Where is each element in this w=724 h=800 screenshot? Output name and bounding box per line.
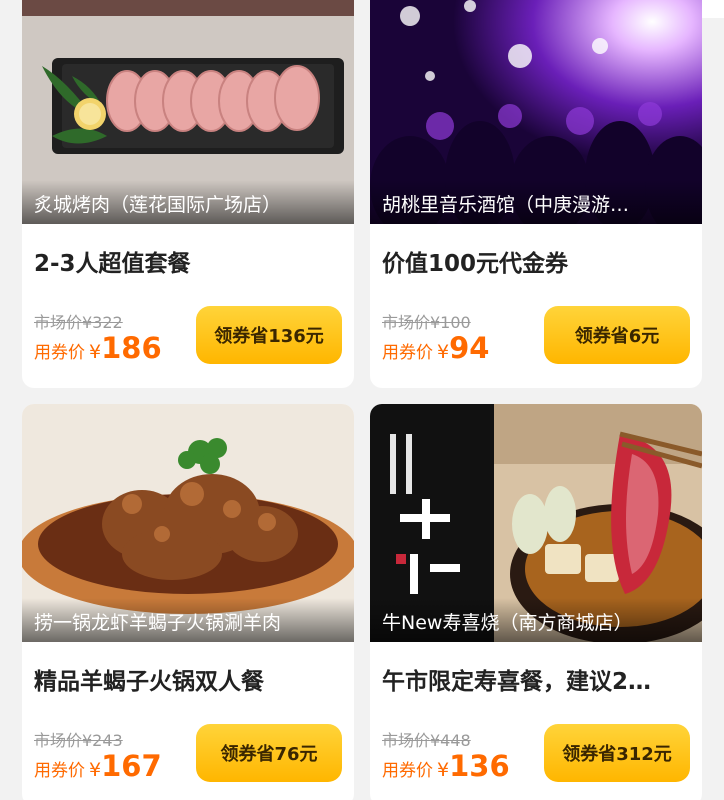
deal-card[interactable]: 牛New寿喜烧（南方商城店） 午市限定寿喜餐，建议2… 市场价¥448 用券价 ¥… [370, 404, 702, 800]
coupon-price-label: 用券价 [34, 761, 85, 781]
claim-coupon-button[interactable]: 领券省76元 [196, 724, 342, 782]
deal-title[interactable]: 2-3人超值套餐 [34, 244, 344, 278]
deal-card[interactable]: 炙城烤肉（莲花国际广场店） 2-3人超值套餐 市场价¥322 用券价 ¥186 领… [22, 0, 354, 388]
currency-symbol: ¥ [89, 341, 102, 363]
currency-symbol: ¥ [437, 341, 450, 363]
coupon-price: 用券价 ¥94 [382, 331, 489, 365]
shop-name: 牛New寿喜烧（南方商城店） [370, 598, 702, 642]
shop-name: 胡桃里音乐酒馆（中庚漫游… [370, 180, 702, 224]
coupon-price-value: 167 [101, 749, 162, 783]
claim-coupon-button[interactable]: 领券省312元 [544, 724, 690, 782]
deal-photo-lamb-hotpot[interactable]: 捞一锅龙虾羊蝎子火锅涮羊肉 [22, 404, 354, 642]
deal-title[interactable]: 精品羊蝎子火锅双人餐 [34, 662, 344, 696]
currency-symbol: ¥ [89, 759, 102, 781]
coupon-price-label: 用券价 [34, 343, 85, 363]
currency-symbol: ¥ [437, 759, 450, 781]
coupon-price: 用券价 ¥167 [34, 749, 162, 783]
deal-title[interactable]: 价值100元代金券 [382, 244, 692, 278]
market-price: 市场价¥448 [382, 731, 471, 750]
market-price: 市场价¥322 [34, 313, 123, 332]
deal-card[interactable]: 胡桃里音乐酒馆（中庚漫游… 价值100元代金券 市场价¥100 用券价 ¥94 领… [370, 0, 702, 388]
deal-card[interactable]: 捞一锅龙虾羊蝎子火锅涮羊肉 精品羊蝎子火锅双人餐 市场价¥243 用券价 ¥167… [22, 404, 354, 800]
deal-photo-sukiyaki[interactable]: 牛New寿喜烧（南方商城店） [370, 404, 702, 642]
market-price: 市场价¥243 [34, 731, 123, 750]
coupon-price-label: 用券价 [382, 761, 433, 781]
coupon-price: 用券价 ¥186 [34, 331, 162, 365]
shop-name: 捞一锅龙虾羊蝎子火锅涮羊肉 [22, 598, 354, 642]
coupon-price-label: 用券价 [382, 343, 433, 363]
claim-coupon-button[interactable]: 领券省136元 [196, 306, 342, 364]
deal-photo-music-bar[interactable]: 胡桃里音乐酒馆（中庚漫游… [370, 0, 702, 224]
coupon-price-value: 136 [449, 749, 510, 783]
market-price: 市场价¥100 [382, 313, 471, 332]
claim-coupon-button[interactable]: 领券省6元 [544, 306, 690, 364]
coupon-price-value: 94 [449, 331, 490, 365]
deal-title[interactable]: 午市限定寿喜餐，建议2… [382, 662, 692, 696]
coupon-price: 用券价 ¥136 [382, 749, 510, 783]
deal-photo-grilled-meat[interactable]: 炙城烤肉（莲花国际广场店） [22, 0, 354, 224]
coupon-price-value: 186 [101, 331, 162, 365]
shop-name: 炙城烤肉（莲花国际广场店） [22, 180, 354, 224]
